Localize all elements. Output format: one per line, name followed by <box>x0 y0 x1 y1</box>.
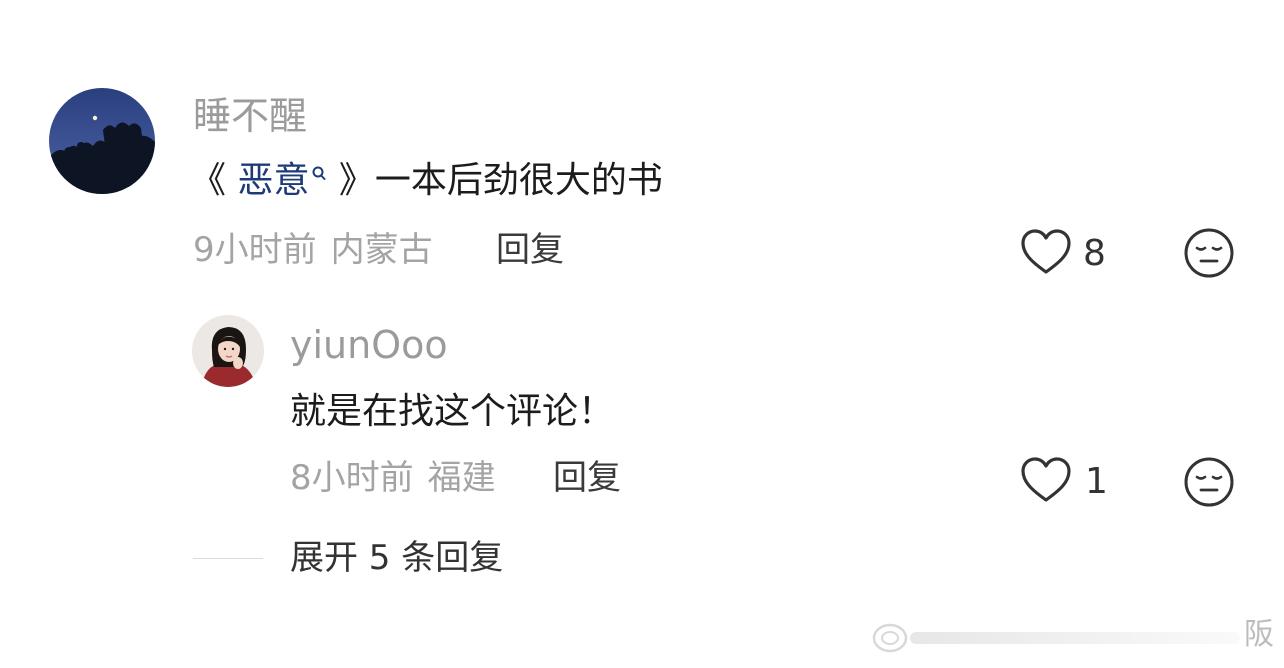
reply-button[interactable]: 回复 <box>553 461 621 495</box>
book-title-link[interactable]: 恶意 <box>237 160 327 201</box>
like-count: 8 <box>1083 233 1106 274</box>
reply-username[interactable]: yiunOoo <box>290 326 448 364</box>
expand-replies-button[interactable]: 展开 5 条回复 <box>290 541 503 575</box>
avatar[interactable] <box>192 315 264 387</box>
comment-text-prefix: 《 <box>190 160 238 201</box>
comment-meta: 9小时前 内蒙古 <box>193 233 433 267</box>
reply-text: 就是在找这个评论！ <box>290 391 615 432</box>
watermark-text: 阪 <box>1244 617 1274 652</box>
book-title-text: 恶意 <box>237 160 310 201</box>
comment-location: 内蒙古 <box>330 230 433 270</box>
reply-time: 8小时前 <box>290 458 414 498</box>
comment-text: 《 恶意 》一本后劲很大的书 <box>190 163 663 199</box>
heart-icon[interactable] <box>1020 228 1072 276</box>
like-count: 1 <box>1085 461 1108 502</box>
weibo-logo-watermark-icon <box>870 618 1284 658</box>
dislike-face-icon[interactable] <box>1183 227 1235 279</box>
comment-time: 9小时前 <box>193 230 317 270</box>
reply-meta: 8小时前 福建 <box>290 461 496 495</box>
expand-divider <box>193 558 263 559</box>
dislike-face-icon[interactable] <box>1183 456 1235 508</box>
comment-username[interactable]: 睡不醒 <box>193 97 307 135</box>
reply-location: 福建 <box>427 458 496 498</box>
comment-text-suffix: 》一本后劲很大的书 <box>327 160 663 201</box>
search-icon <box>311 165 327 185</box>
reply-button[interactable]: 回复 <box>496 233 564 267</box>
heart-icon[interactable] <box>1020 456 1072 504</box>
night-sky-moon-avatar-icon <box>49 88 155 194</box>
girl-portrait-avatar-icon <box>192 315 264 387</box>
avatar[interactable] <box>49 88 155 194</box>
